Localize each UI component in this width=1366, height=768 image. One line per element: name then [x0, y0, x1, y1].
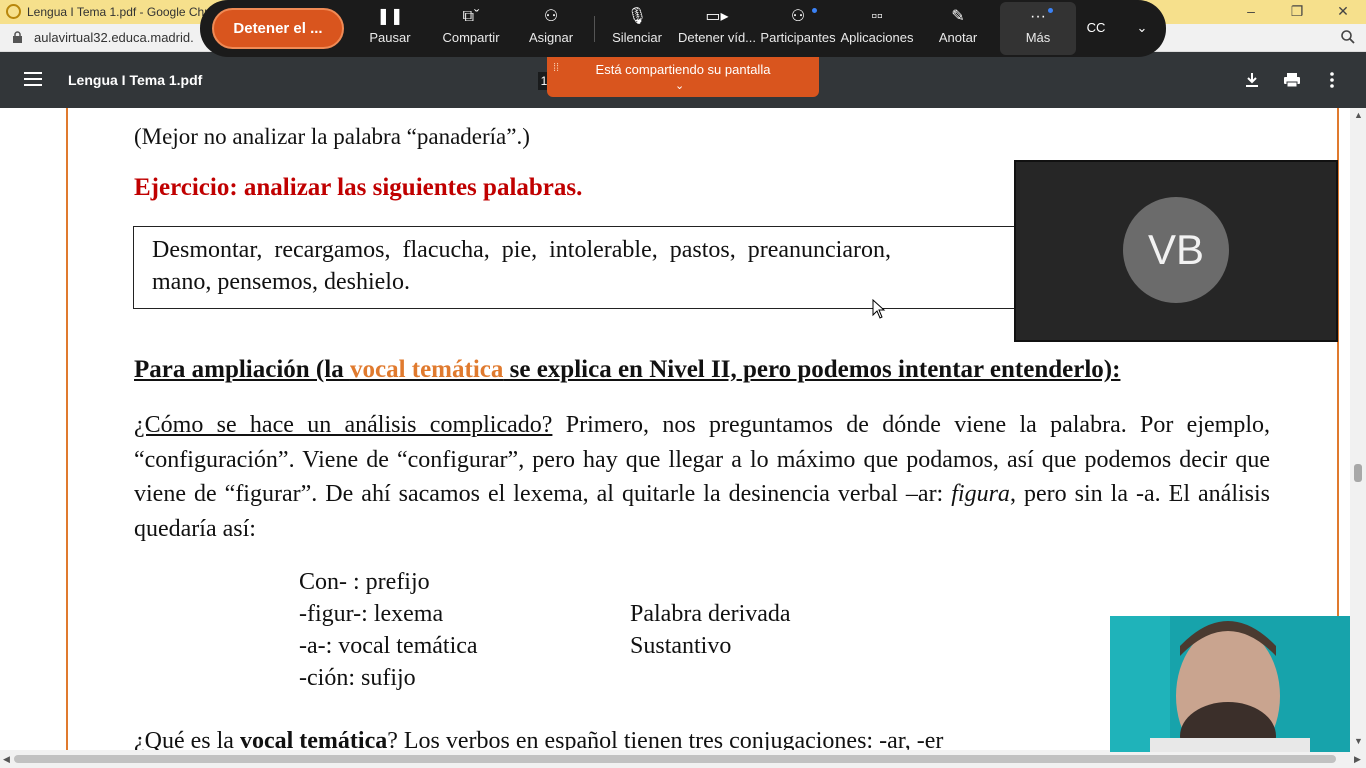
ampliacion-text-1: Para ampliación (la [134, 356, 350, 383]
vertical-scrollbar[interactable]: ▲ ▼ [1350, 108, 1366, 750]
scroll-right-arrow-icon[interactable]: ▶ [1354, 754, 1361, 765]
url-text[interactable]: aulavirtual32.educa.madrid. [34, 30, 194, 45]
scroll-down-arrow-icon[interactable]: ▼ [1354, 736, 1363, 746]
paragraph-italic: figura [951, 481, 1010, 507]
analysis-item: -a-: vocal temática [299, 633, 478, 659]
pdf-title: Lengua I Tema 1.pdf [68, 72, 203, 88]
sharing-status-text: Está compartiendo su pantalla [595, 62, 771, 77]
scroll-up-arrow-icon[interactable]: ▲ [1354, 110, 1363, 120]
analysis-item: Con- : prefijo [299, 569, 430, 595]
exercise-words-line2: mano, pensemos, deshielo. [152, 269, 410, 295]
classification-item: Palabra derivada [630, 601, 791, 627]
analysis-list: Con- : prefijo -figur-: lexema -a-: voca… [299, 566, 478, 694]
meeting-toolbar: Detener el ... ❚❚ Pausar ⧉ˇ Compartir ⚇ … [200, 0, 1166, 57]
vertical-scroll-thumb[interactable] [1354, 464, 1362, 482]
assign-icon: ⚇ [543, 8, 559, 25]
zoom-icon[interactable] [1340, 29, 1356, 45]
cut-text-2: ? Los verbos en español tienen tres conj… [387, 728, 944, 750]
video-camera-icon: ▭▸ [705, 8, 729, 25]
captions-icon[interactable]: CC [1082, 14, 1110, 42]
participants-icon: ⚇ [790, 8, 806, 25]
pause-icon: ❚❚ [376, 8, 404, 25]
classification-item: Sustantivo [630, 633, 732, 659]
minimize-icon[interactable]: – [1228, 0, 1274, 24]
hamburger-menu-icon[interactable] [24, 72, 42, 86]
paragraph-question: ¿Cómo se hace un análisis complicado? [134, 412, 553, 438]
participant-avatar: VB [1123, 197, 1229, 303]
stop-share-button[interactable]: Detener el ... [212, 8, 344, 49]
share-screen-icon: ⧉ˇ [462, 8, 480, 25]
mute-button[interactable]: 🎙 Silenciar [610, 4, 664, 54]
analysis-item: -ción: sufijo [299, 665, 416, 691]
mouse-cursor-icon [872, 299, 886, 319]
lock-icon [13, 31, 22, 43]
self-camera-video[interactable] [1110, 616, 1350, 752]
annotate-button[interactable]: ✎ Anotar [934, 4, 982, 54]
horizontal-scroll-thumb[interactable] [14, 755, 1336, 763]
annotate-icon: ✎ [951, 8, 965, 25]
microphone-icon: 🎙 [626, 8, 648, 25]
ampliacion-text-2: se explica en Nivel II, pero podemos int… [503, 356, 1121, 383]
horizontal-scrollbar[interactable]: ◀ ▶ [0, 750, 1366, 768]
pause-button[interactable]: ❚❚ Pausar [368, 4, 412, 54]
doc-line-partial: ¿Qué es la vocal temática? Los verbos en… [134, 728, 943, 750]
apps-button[interactable]: ▫▫ Aplicaciones [840, 4, 914, 54]
more-button-content: ··· Más [1014, 4, 1062, 54]
vocal-tematica-link[interactable]: vocal temática [350, 356, 503, 383]
page-border-left [66, 108, 68, 750]
screen-sharing-banner[interactable]: ⁞⁞ Está compartiendo su pantalla ⌄ [547, 57, 819, 97]
chevron-down-icon[interactable]: ⌄ [675, 79, 684, 92]
cut-text-bold: vocal temática [239, 728, 388, 750]
notification-dot [1048, 8, 1053, 13]
restore-icon[interactable]: ❐ [1274, 0, 1320, 24]
more-options-icon[interactable] [1322, 70, 1342, 90]
cut-text-1: ¿Qué es la [134, 728, 240, 750]
more-button[interactable]: ··· Más [1000, 2, 1076, 55]
assign-button[interactable]: ⚇ Asignar [526, 4, 576, 54]
analysis-item: -figur-: lexema [299, 601, 444, 627]
stop-video-button[interactable]: ▭▸ Detener víd... [676, 4, 758, 54]
participant-video-tile[interactable]: VB [1014, 160, 1338, 342]
doc-line: (Mejor no analizar la palabra “panadería… [134, 124, 530, 149]
exercise-heading: Ejercicio: analizar las siguientes palab… [134, 174, 583, 201]
close-icon[interactable]: ✕ [1320, 0, 1366, 24]
more-icon: ··· [1030, 8, 1046, 25]
camera-person-image [1110, 616, 1350, 752]
share-button[interactable]: ⧉ˇ Compartir [438, 4, 504, 54]
classification-list: Palabra derivada Sustantivo [630, 598, 791, 662]
analysis-paragraph: ¿Cómo se hace un análisis complicado? Pr… [134, 408, 1270, 546]
toolbar-divider [594, 16, 595, 42]
participants-button[interactable]: ⚇ Participantes [758, 4, 838, 54]
scroll-left-arrow-icon[interactable]: ◀ [3, 754, 10, 765]
tab-title[interactable]: Lengua I Tema 1.pdf - Google Chr [27, 5, 208, 19]
ampliacion-heading: Para ampliación (la vocal temática se ex… [134, 356, 1120, 384]
print-icon[interactable] [1282, 70, 1302, 90]
chevron-down-icon[interactable]: ⌄ [1128, 14, 1156, 42]
download-icon[interactable] [1242, 70, 1262, 90]
chrome-favicon-icon [6, 4, 21, 19]
apps-icon: ▫▫ [871, 8, 883, 25]
notification-dot [812, 8, 817, 13]
